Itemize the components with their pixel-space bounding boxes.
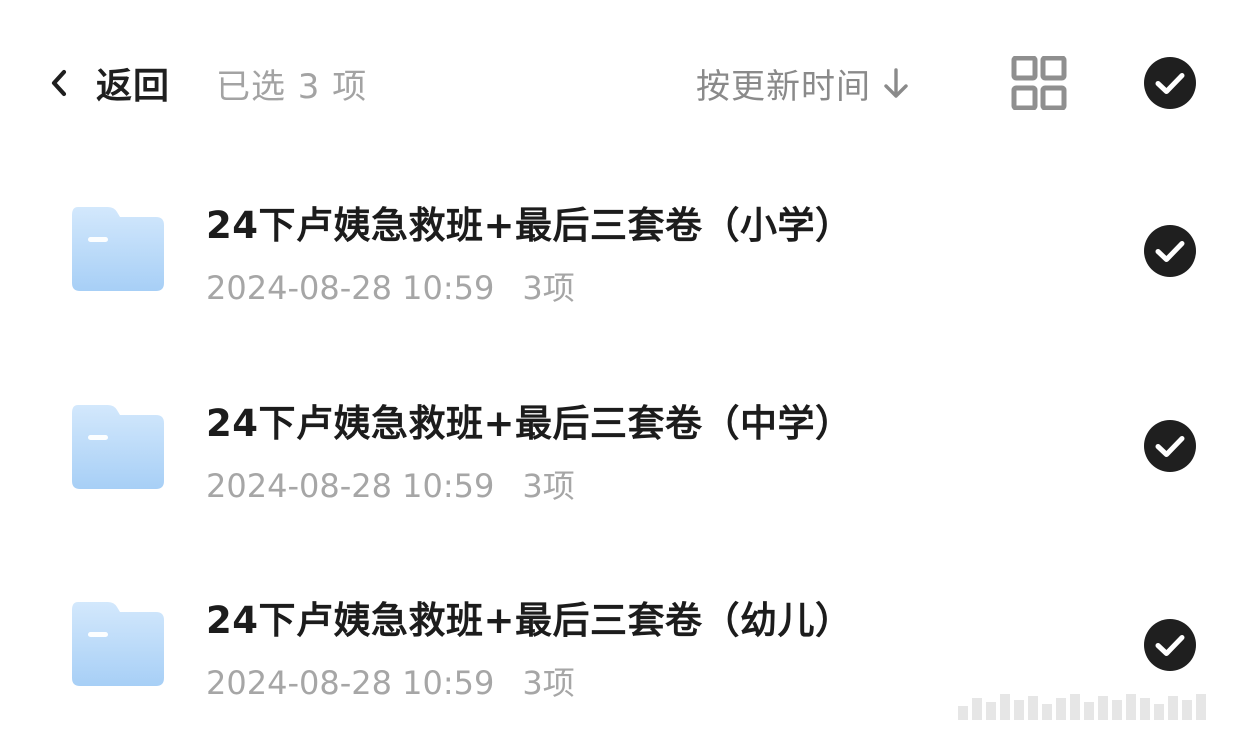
check-circle-icon xyxy=(1144,57,1196,109)
selected-count-text: 已选 3 项 xyxy=(216,66,368,107)
top-bar: 返回 已选 3 项 按更新时间 xyxy=(0,0,1236,165)
check-circle-icon[interactable] xyxy=(1143,618,1197,672)
file-row[interactable]: 24下卢姨急救班+最后三套卷（中学） 2024-08-28 10:59 3项 xyxy=(0,373,1236,513)
sort-label: 按更新时间 xyxy=(696,66,871,107)
grid-view-button[interactable] xyxy=(1010,55,1068,111)
grid-view-icon xyxy=(1011,55,1067,111)
file-item-count: 3项 xyxy=(522,664,575,702)
file-row[interactable]: 24下卢姨急救班+最后三套卷（幼儿） 2024-08-28 10:59 3项 xyxy=(0,570,1236,710)
check-circle-icon[interactable] xyxy=(1143,224,1197,278)
file-name: 24下卢姨急救班+最后三套卷（中学） xyxy=(206,402,853,445)
sort-by-updated-button[interactable]: 按更新时间 xyxy=(696,56,913,110)
file-selection-screen: 返回 已选 3 项 按更新时间 24下卢姨急救班+最后三套卷（小学） 2024-… xyxy=(0,0,1236,736)
folder-icon xyxy=(72,602,164,686)
file-meta: 2024-08-28 10:59 3项 xyxy=(206,658,575,704)
folder-icon xyxy=(72,405,164,489)
chevron-left-icon xyxy=(48,63,78,103)
watermark xyxy=(958,690,1226,720)
back-button[interactable]: 返回 xyxy=(48,56,170,110)
file-row[interactable]: 24下卢姨急救班+最后三套卷（小学） 2024-08-28 10:59 3项 xyxy=(0,175,1236,315)
file-date: 2024-08-28 10:59 xyxy=(206,269,495,307)
back-label: 返回 xyxy=(96,66,171,107)
check-circle-icon[interactable] xyxy=(1143,419,1197,473)
arrow-down-icon xyxy=(881,63,913,103)
file-date: 2024-08-28 10:59 xyxy=(206,467,495,505)
file-meta: 2024-08-28 10:59 3项 xyxy=(206,461,575,507)
file-name: 24下卢姨急救班+最后三套卷（小学） xyxy=(206,204,853,247)
file-meta: 2024-08-28 10:59 3项 xyxy=(206,263,575,309)
file-name: 24下卢姨急救班+最后三套卷（幼儿） xyxy=(206,599,853,642)
file-item-count: 3项 xyxy=(522,467,575,505)
file-date: 2024-08-28 10:59 xyxy=(206,664,495,702)
file-item-count: 3项 xyxy=(522,269,575,307)
folder-icon xyxy=(72,207,164,291)
select-all-checkbox[interactable] xyxy=(1143,56,1197,110)
